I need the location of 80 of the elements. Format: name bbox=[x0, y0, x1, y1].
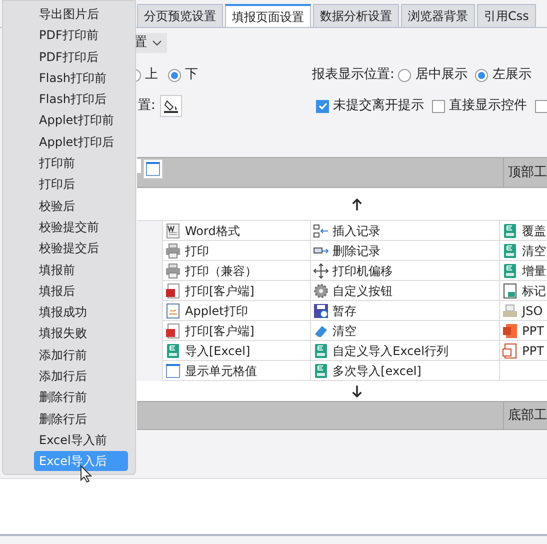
mouse-cursor-icon bbox=[80, 465, 92, 483]
spreadsheet-icon bbox=[312, 362, 329, 378]
menu-item[interactable]: Flash打印后 bbox=[34, 89, 128, 110]
menu-item[interactable]: Applet打印前 bbox=[34, 110, 128, 130]
button-type-option[interactable]: 导入[Excel] bbox=[185, 342, 250, 360]
down-arrow-icon bbox=[352, 384, 362, 398]
tab[interactable]: 分页预览设置 bbox=[137, 4, 223, 27]
menu-item[interactable]: 填报前 bbox=[34, 260, 128, 280]
button-type-option[interactable]: 打印机偏移 bbox=[332, 262, 393, 280]
menu-item[interactable]: 删除行后 bbox=[34, 408, 128, 429]
menu-item[interactable]: 打印前 bbox=[34, 153, 128, 174]
tab[interactable]: 引用Css bbox=[477, 4, 536, 27]
menu-item[interactable]: 校验提交前 bbox=[34, 216, 128, 237]
spreadsheet-icon bbox=[165, 342, 181, 358]
top-toolbar-label: 顶部工 bbox=[503, 158, 547, 187]
spreadsheet-icon bbox=[312, 342, 329, 358]
button-type-option[interactable]: 打印[客户端] bbox=[185, 282, 254, 300]
checkbox[interactable]: 未提交离开提示 bbox=[316, 96, 424, 116]
paint-bucket-icon bbox=[163, 98, 180, 114]
button-type-option[interactable]: 插入记录 bbox=[332, 222, 381, 240]
check-icon bbox=[318, 101, 328, 111]
slides-document-icon bbox=[502, 342, 518, 358]
menu-item[interactable]: 添加行前 bbox=[34, 344, 128, 365]
menu-item[interactable]: Flash打印前 bbox=[34, 68, 128, 88]
button-type-option[interactable]: Applet打印 bbox=[185, 302, 248, 320]
menu-item[interactable]: 填报成功 bbox=[34, 302, 128, 322]
pdf-document-icon bbox=[165, 322, 181, 338]
button-type-option[interactable]: 多次导入[excel] bbox=[332, 362, 422, 380]
menu-item[interactable]: 导出图片后 bbox=[34, 4, 128, 24]
button-type-option[interactable]: 打印（兼容） bbox=[185, 262, 257, 280]
menu-item[interactable]: 填报后 bbox=[34, 280, 128, 301]
menu-item[interactable]: 添加行后 bbox=[34, 366, 128, 386]
gear-icon bbox=[312, 282, 329, 298]
button-type-option[interactable]: PPT bbox=[522, 322, 544, 340]
bottom-toolbar-label: 底部工 bbox=[503, 402, 547, 429]
document-icon bbox=[165, 222, 181, 238]
radio-option[interactable]: 左展示 bbox=[475, 65, 532, 85]
radio-option[interactable]: 居中展示 bbox=[398, 65, 468, 85]
menu-item[interactable]: Applet打印后 bbox=[34, 132, 128, 152]
paint-bucket-button[interactable] bbox=[160, 95, 182, 117]
menu-item[interactable]: 打印后 bbox=[34, 174, 128, 194]
tab[interactable]: 浏览器背景 bbox=[401, 4, 475, 27]
menu-item[interactable]: 删除行前 bbox=[34, 387, 128, 408]
menu-item[interactable]: 校验提交后 bbox=[34, 238, 128, 258]
checkbox[interactable]: 直接显示控件 bbox=[432, 96, 527, 116]
move-arrows-icon bbox=[312, 262, 329, 278]
scanner-icon bbox=[502, 302, 518, 318]
document-icon bbox=[165, 302, 181, 318]
button-type-option[interactable]: 增量 bbox=[522, 262, 546, 280]
button-type-option[interactable]: 打印 bbox=[185, 242, 209, 260]
radio-option[interactable]: 下 bbox=[168, 65, 198, 85]
button-type-option[interactable]: 标记 bbox=[522, 282, 546, 300]
insert-rows-icon bbox=[312, 222, 329, 238]
button-type-option[interactable]: 删除记录 bbox=[332, 242, 381, 260]
cell-icon bbox=[165, 362, 181, 378]
window-icon[interactable] bbox=[143, 159, 163, 179]
button-type-option[interactable]: 自定义按钮 bbox=[332, 282, 393, 300]
button-type-option[interactable]: 覆盖 bbox=[522, 222, 546, 240]
button-type-option[interactable]: 显示单元格值 bbox=[185, 362, 257, 380]
flash-document-icon bbox=[165, 282, 181, 298]
button-type-option[interactable]: 自定义导入Excel行列 bbox=[332, 342, 448, 360]
slides-icon bbox=[502, 322, 518, 338]
button-type-option[interactable]: 清空 bbox=[332, 322, 357, 340]
button-type-option[interactable]: JSO bbox=[522, 302, 543, 320]
spreadsheet-icon bbox=[502, 262, 518, 278]
button-type-option[interactable]: PPT bbox=[522, 342, 544, 360]
button-type-option[interactable]: 暂存 bbox=[332, 302, 357, 320]
button-type-option[interactable]: Word格式 bbox=[185, 222, 240, 240]
menu-item[interactable]: 填报失败 bbox=[34, 323, 128, 344]
background-label: 置: bbox=[138, 97, 156, 116]
button-type-option[interactable]: 清空 bbox=[522, 242, 546, 260]
menu-item[interactable]: 校验后 bbox=[34, 196, 128, 216]
report-position-label: 报表显示位置: bbox=[312, 66, 394, 84]
up-arrow-icon bbox=[352, 198, 362, 210]
spreadsheet-icon bbox=[502, 282, 518, 298]
tab[interactable]: 填报页面设置 bbox=[225, 4, 311, 27]
tab[interactable]: 数据分析设置 bbox=[313, 4, 399, 27]
button-type-option[interactable]: 打印[客户端] bbox=[185, 322, 254, 340]
menu-item[interactable]: Excel导入前 bbox=[34, 430, 128, 450]
spreadsheet-icon bbox=[502, 242, 518, 258]
